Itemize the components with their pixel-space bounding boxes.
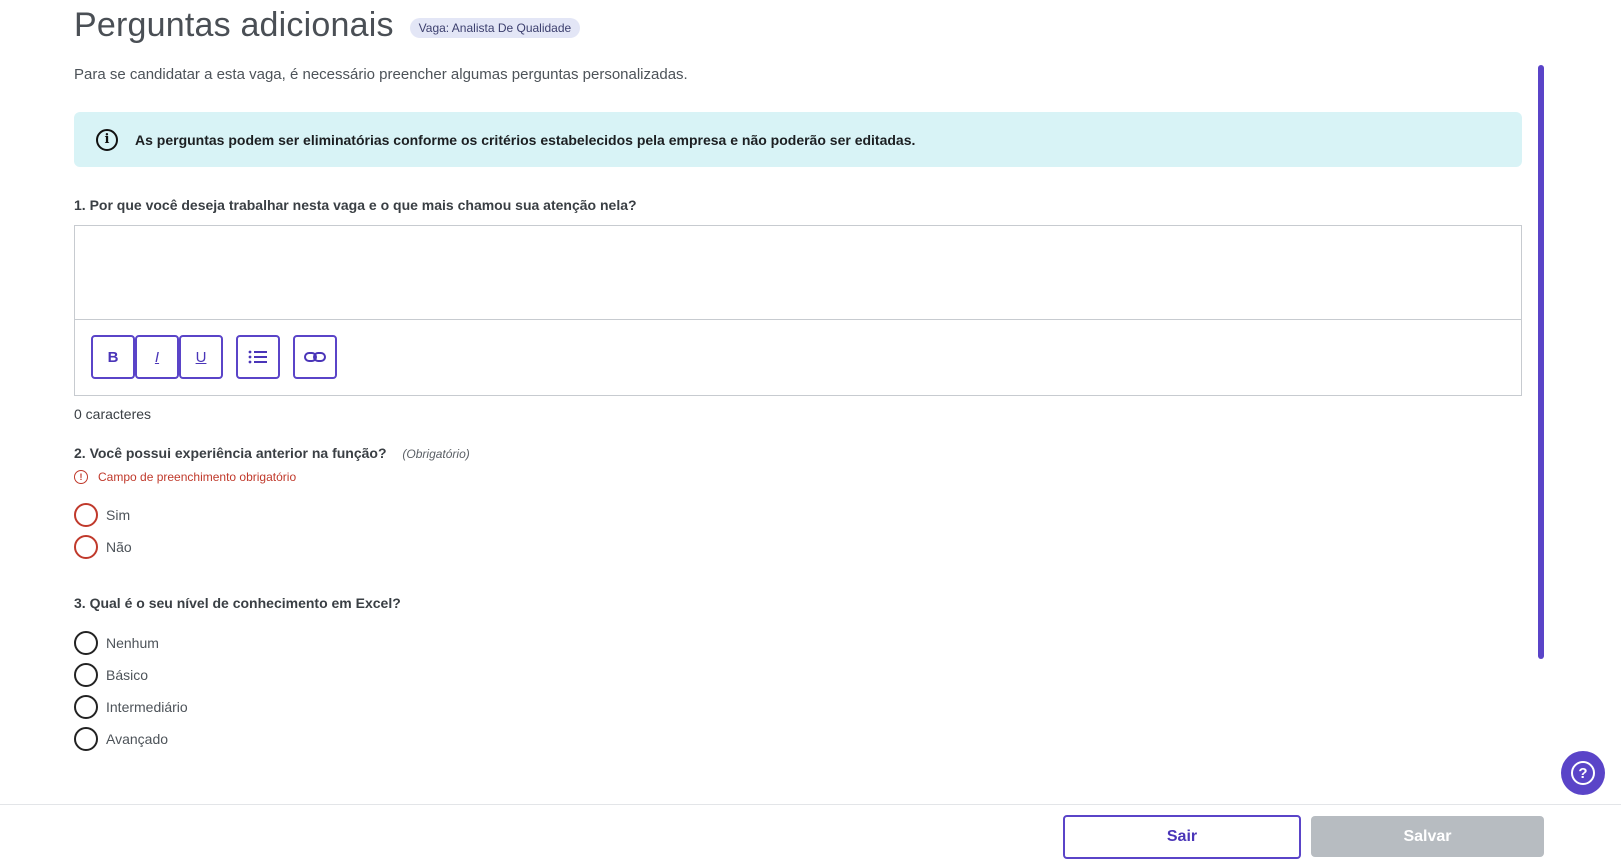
radio-option-avancado[interactable]: Avançado (74, 727, 168, 751)
title-row: Perguntas adicionais Vaga: Analista De Q… (74, 6, 581, 45)
list-group (236, 335, 280, 379)
radio-button[interactable] (74, 695, 98, 719)
radio-button[interactable] (74, 631, 98, 655)
radio-option-intermediario[interactable]: Intermediário (74, 695, 188, 719)
error-message: ! Campo de preenchimento obrigatório (74, 470, 296, 484)
link-group (293, 335, 337, 379)
bullet-list-button[interactable] (236, 335, 280, 379)
required-tag: (Obrigatório) (402, 447, 470, 461)
bullet-list-icon (248, 350, 267, 364)
error-text: Campo de preenchimento obrigatório (98, 470, 297, 484)
editor-toolbar: B I U (91, 335, 350, 379)
radio-label: Avançado (106, 731, 169, 747)
radio-button[interactable] (74, 535, 98, 559)
radio-label: Nenhum (106, 635, 159, 651)
radio-option-basico[interactable]: Básico (74, 663, 148, 687)
page-title: Perguntas adicionais (74, 6, 394, 44)
radio-button[interactable] (74, 663, 98, 687)
radio-label: Não (106, 539, 132, 555)
question-1-label: 1. Por que você deseja trabalhar nesta v… (74, 197, 637, 213)
page-subtitle: Para se candidatar a esta vaga, é necess… (74, 66, 688, 83)
editor-text-area[interactable] (75, 226, 1521, 320)
italic-button[interactable]: I (135, 335, 179, 379)
link-button[interactable] (293, 335, 337, 379)
footer-bar: Sair Salvar (0, 804, 1621, 864)
vaga-badge: Vaga: Analista De Qualidade (409, 17, 581, 38)
help-icon: ? (1571, 761, 1595, 785)
bold-icon: B (107, 348, 119, 366)
page: Perguntas adicionais Vaga: Analista De Q… (0, 0, 1621, 864)
bold-button[interactable]: B (91, 335, 135, 379)
sair-button[interactable]: Sair (1063, 815, 1301, 859)
char-counter: 0 caracteres (74, 406, 152, 422)
info-box: i As perguntas podem ser eliminatórias c… (74, 112, 1522, 167)
error-icon: ! (74, 470, 88, 484)
radio-label: Básico (106, 667, 149, 683)
rich-text-editor: B I U (74, 225, 1522, 396)
radio-label: Sim (106, 507, 131, 523)
scrollbar[interactable] (1538, 65, 1544, 659)
radio-option-nenhum[interactable]: Nenhum (74, 631, 159, 655)
help-button[interactable]: ? (1561, 751, 1605, 795)
salvar-button[interactable]: Salvar (1311, 816, 1544, 857)
format-group: B I U (91, 335, 223, 379)
radio-option-nao[interactable]: Não (74, 535, 132, 559)
question-2-label: 2. Você possui experiência anterior na f… (74, 445, 470, 461)
info-text: As perguntas podem ser eliminatórias con… (135, 131, 916, 148)
italic-icon: I (154, 348, 160, 366)
radio-button[interactable] (74, 727, 98, 751)
question-3-label: 3. Qual é o seu nível de conhecimento em… (74, 595, 401, 611)
radio-button[interactable] (74, 503, 98, 527)
radio-option-sim[interactable]: Sim (74, 503, 130, 527)
underline-icon: U (195, 348, 207, 366)
radio-label: Intermediário (106, 699, 188, 715)
underline-button[interactable]: U (179, 335, 223, 379)
question-2-text: 2. Você possui experiência anterior na f… (74, 445, 387, 461)
info-icon: i (96, 128, 118, 151)
link-icon (304, 352, 326, 362)
